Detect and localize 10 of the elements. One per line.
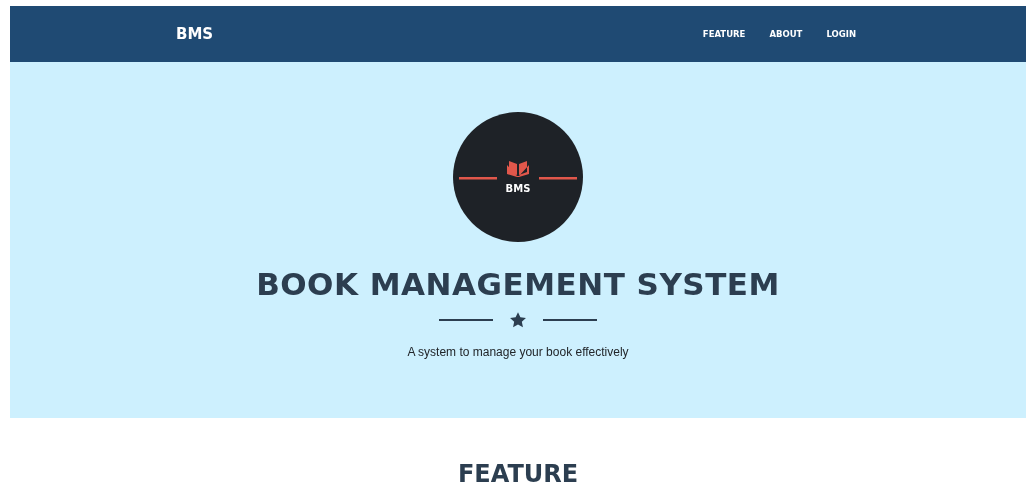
brand-link[interactable]: BMS [176, 22, 214, 46]
hero-title: BOOK MANAGEMENT SYSTEM [256, 266, 780, 304]
nav-link[interactable]: LOGIN [826, 23, 856, 45]
hero-subtitle: A system to manage your book effectively [407, 344, 629, 362]
nav-link[interactable]: FEATURE [702, 23, 746, 45]
logo-text: BMS [505, 181, 531, 196]
open-book-with-lines-icon [459, 158, 577, 181]
star-icon [509, 311, 527, 330]
nav-link[interactable]: ABOUT [769, 23, 803, 45]
section-heading: FEATURE [457, 460, 579, 489]
